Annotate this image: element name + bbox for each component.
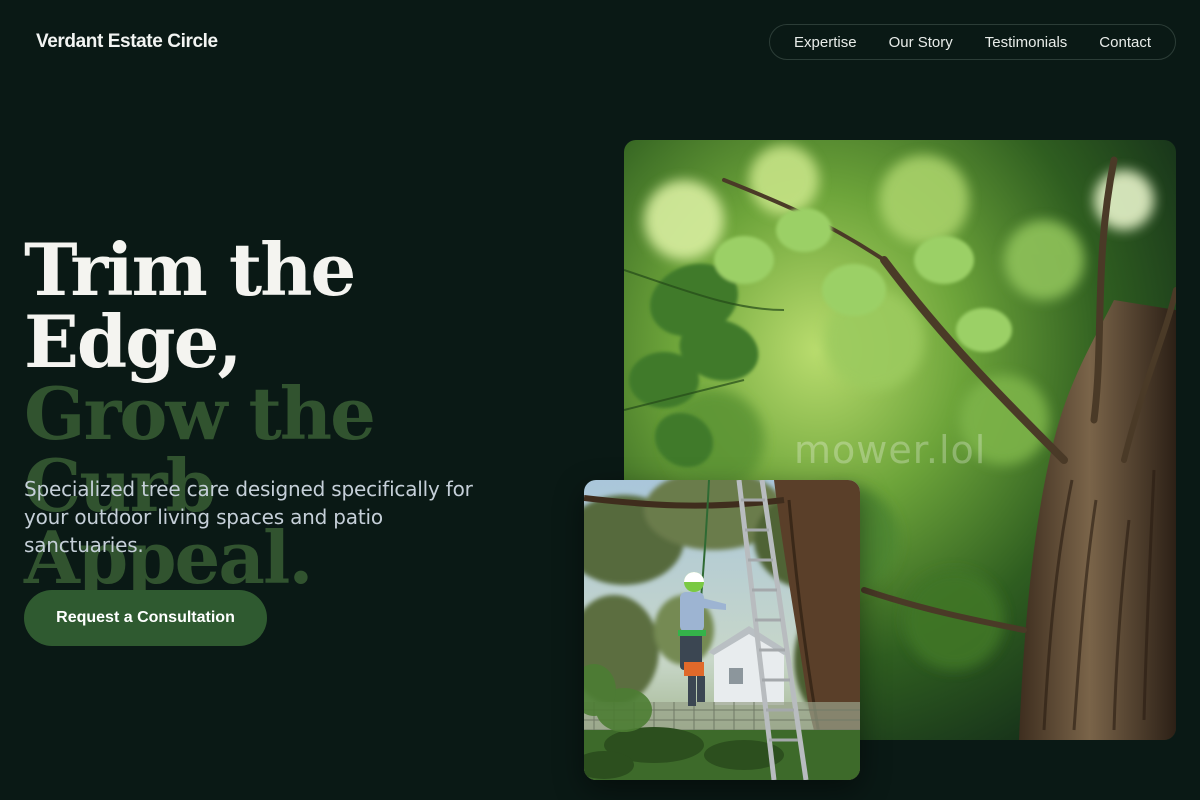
brand-logo[interactable]: Verdant Estate Circle bbox=[36, 31, 218, 53]
nav-link-testimonials[interactable]: Testimonials bbox=[969, 34, 1084, 51]
watermark-text: mower.lol bbox=[794, 428, 987, 472]
request-consultation-button[interactable]: Request a Consultation bbox=[24, 590, 267, 646]
hero-subtext: Specialized tree care designed specifica… bbox=[24, 477, 473, 557]
nav-link-our-story[interactable]: Our Story bbox=[873, 34, 969, 51]
nav-link-expertise[interactable]: Expertise bbox=[778, 34, 873, 51]
headline-line-1: Trim the Edge, bbox=[24, 227, 356, 384]
main-nav: Expertise Our Story Testimonials Contact bbox=[769, 24, 1176, 60]
page: Verdant Estate Circle Expertise Our Stor… bbox=[0, 0, 1200, 800]
arborist-image bbox=[584, 480, 860, 780]
nav-link-contact[interactable]: Contact bbox=[1083, 34, 1167, 51]
